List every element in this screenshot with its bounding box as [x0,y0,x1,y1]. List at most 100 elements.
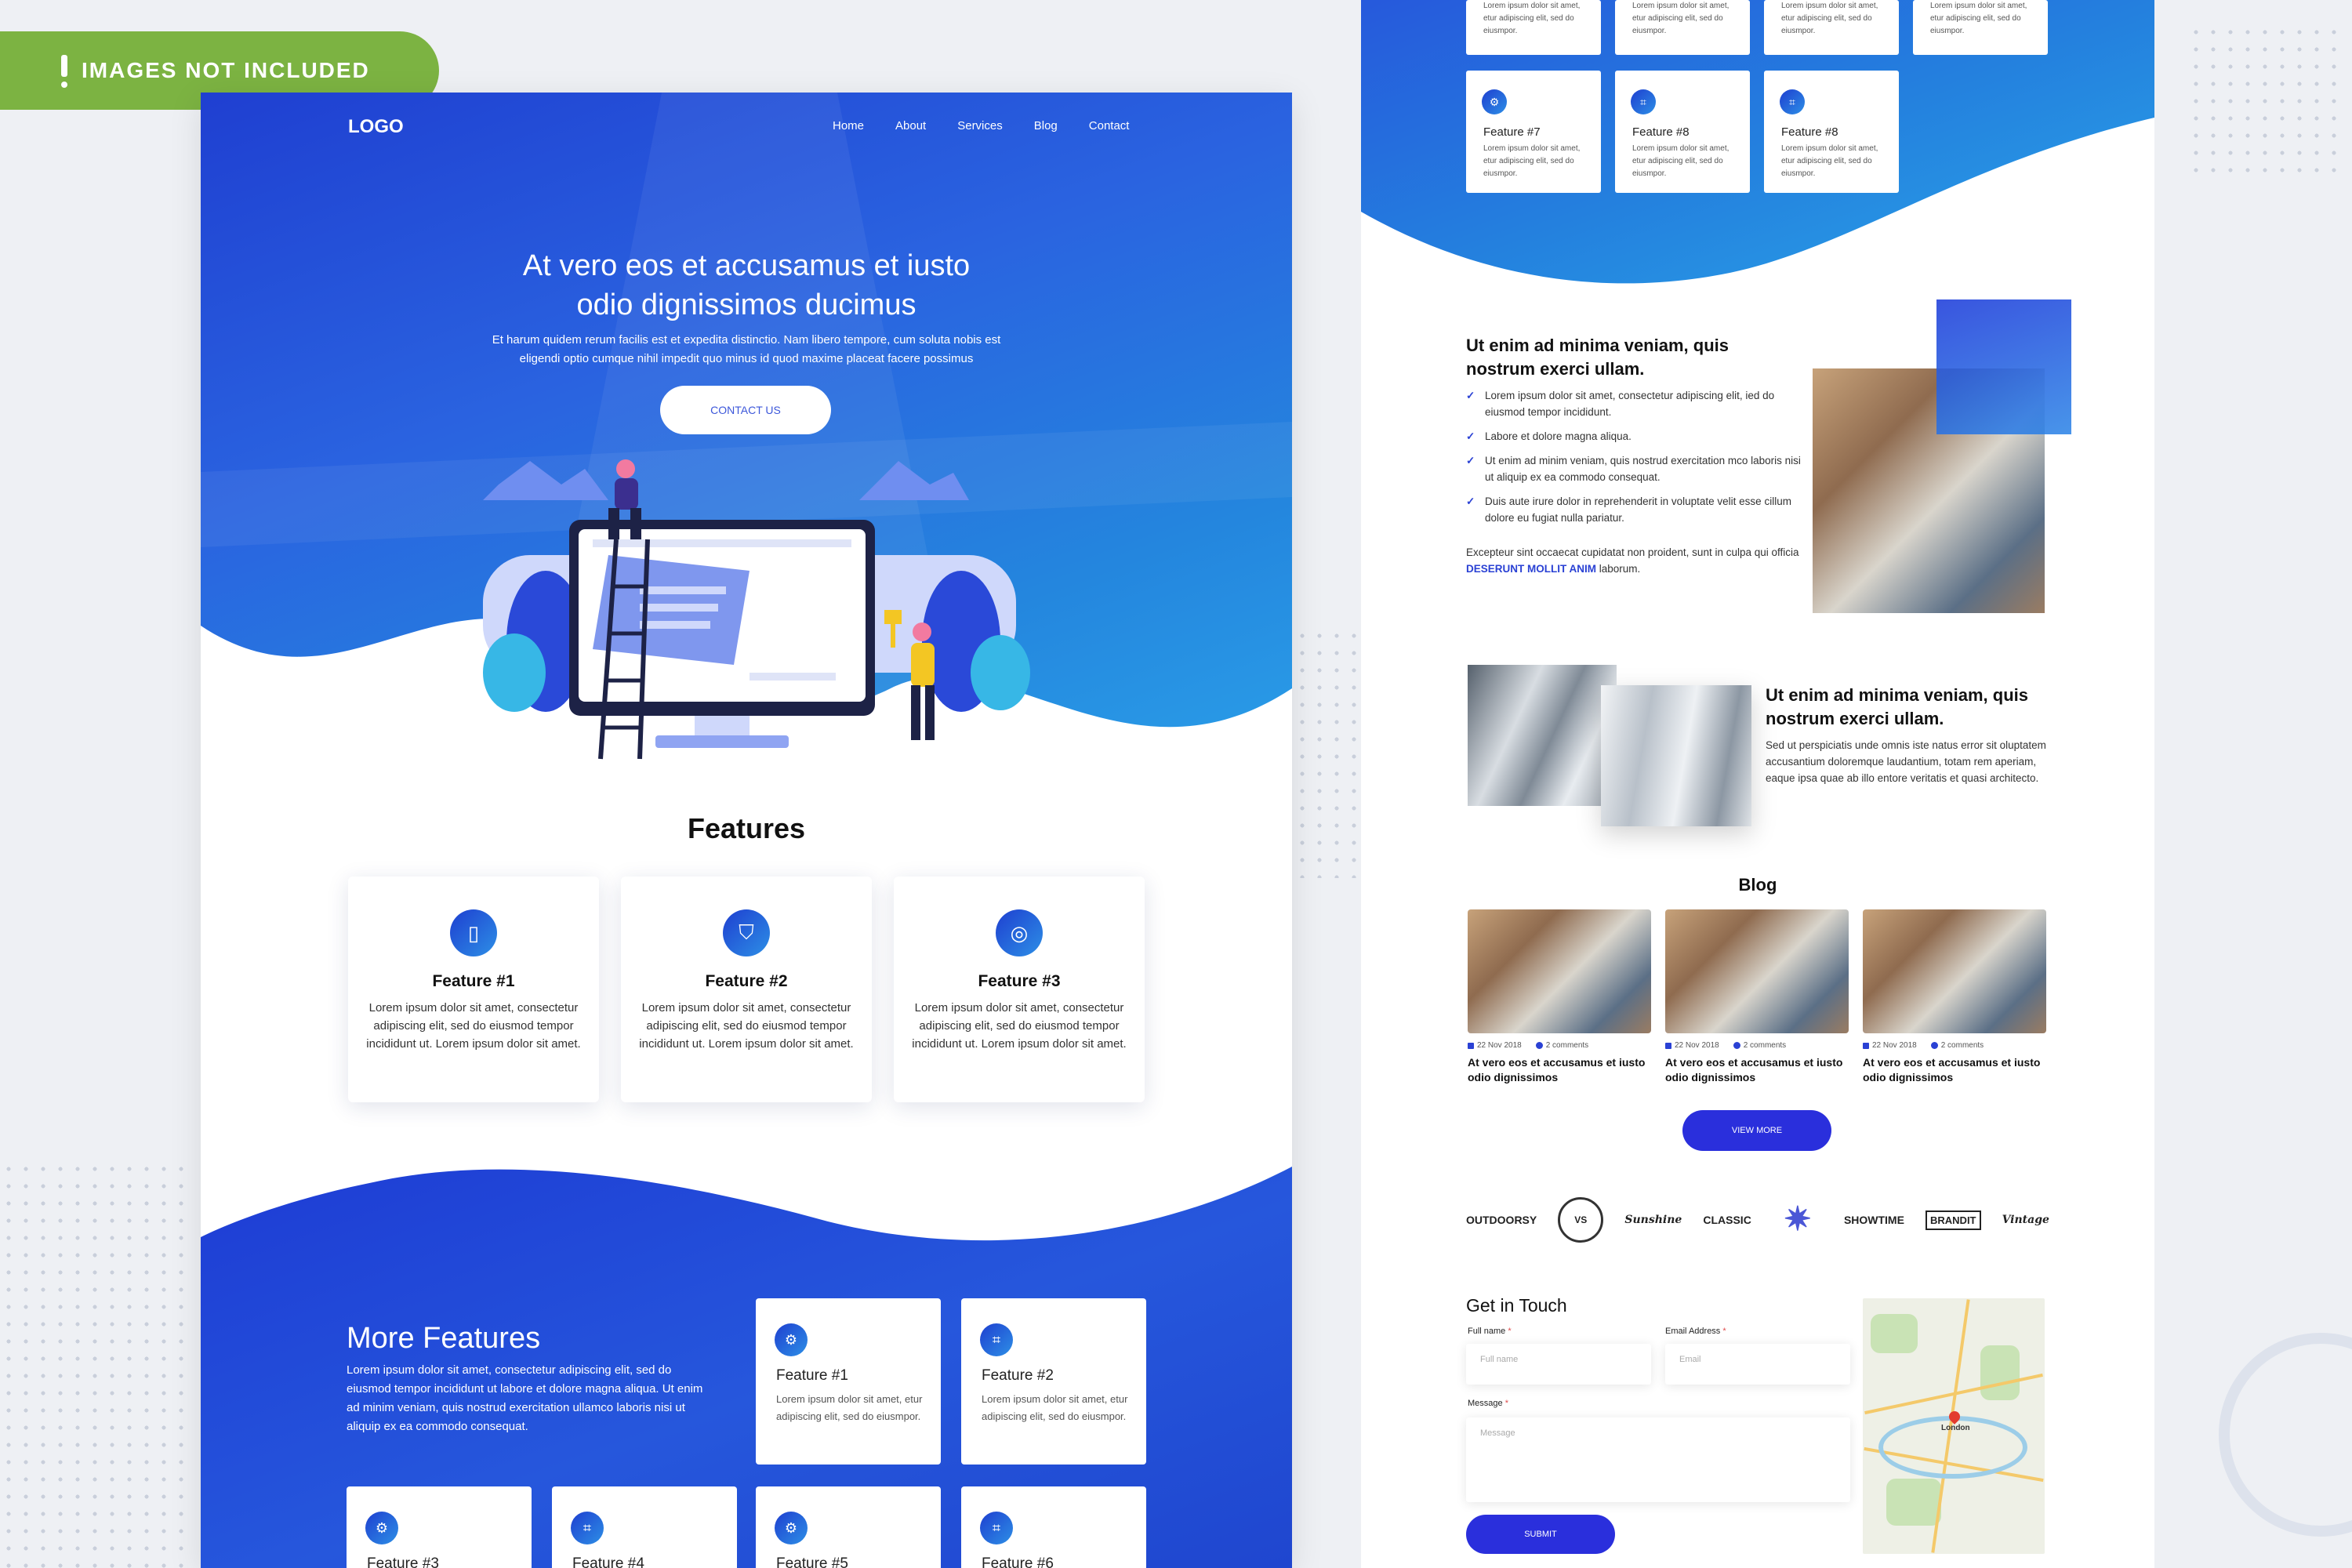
view-more-button[interactable]: VIEW MORE [1682,1110,1831,1151]
crop-icon: ⌗ [571,1512,604,1544]
blog-post-date: 22 Nov 2018 [1675,1041,1719,1050]
feature-card-title: Feature #8 [1632,125,1690,139]
nav-services[interactable]: Services [957,119,1003,132]
blog-post-meta: 22 Nov 2018 2 comments [1468,1041,1588,1050]
more-feature-card[interactable]: ⌗ Feature #2 Lorem ipsum dolor sit amet,… [961,1298,1146,1465]
feature-card-text: Lorem ipsum dolor sit amet, consectetur … [639,1001,854,1051]
dot-pattern-top-right [2187,24,2344,180]
brand-logo-vintage: Vintage [2002,1214,2049,1226]
location-map[interactable]: London [1863,1298,2045,1554]
map-park [1980,1345,2020,1400]
more-features-wave [201,1135,1292,1241]
brand-logo-outdoorsy: OUTDOORSY [1466,1214,1537,1226]
feature-card-text: Lorem ipsum dolor sit amet, etur adipisc… [1632,2,1730,35]
blog-post-meta: 22 Nov 2018 2 comments [1863,1041,1984,1050]
crop-icon: ⌗ [980,1323,1013,1356]
email-field[interactable]: Email [1665,1344,1850,1385]
dot-pattern-middle [1294,627,1356,878]
hero-subtitle: Et harum quidem rerum facilis est et exp… [436,331,1057,368]
blog-title: Blog [1738,875,1777,895]
hero-title-line: At vero eos et accusamus et iusto [522,249,971,282]
checklist-item: ✓ Labore et dolore magna aliqua. [1466,428,1811,445]
blog-post-title[interactable]: At vero eos et accusamus et iusto odio d… [1665,1055,1849,1085]
more-feature-title: Feature #3 [367,1555,439,1568]
landing-page-bottom: Lorem ipsum dolor sit amet, etur adipisc… [1361,0,2154,1568]
message-field[interactable]: Message [1466,1417,1850,1502]
map-park [1871,1314,1918,1353]
blog-post-title[interactable]: At vero eos et accusamus et iusto odio d… [1863,1055,2046,1085]
feature-card-text: Lorem ipsum dolor sit amet, etur adipisc… [1930,2,2027,35]
section-title: Ut enim ad minima veniam, quis nostrum e… [1466,334,1729,381]
main-nav: Home About Services Blog Contact [833,119,1160,132]
label-text: Email Address [1665,1327,1721,1336]
paragraph-text: Excepteur sint occaecat cupidatat non pr… [1466,546,1799,558]
feature-card-title: Feature #7 [1483,125,1541,139]
more-feature-card[interactable]: ⚙ Feature #3 [347,1486,532,1568]
deserunt-link[interactable]: DESERUNT MOLLIT ANIM [1466,563,1596,575]
blog-post-comments[interactable]: 2 comments [1941,1041,1984,1050]
blog-post-title[interactable]: At vero eos et accusamus et iusto odio d… [1468,1055,1651,1085]
check-icon: ✓ [1466,390,1475,401]
feature-card-partial[interactable]: Lorem ipsum dolor sit amet, etur adipisc… [1913,0,2048,55]
submit-button[interactable]: SUBMIT [1466,1515,1615,1554]
feature-card-title: Feature #8 [1781,125,1838,139]
message-label: Message * [1468,1399,1508,1408]
more-feature-card[interactable]: ⌗ Feature #6 [961,1486,1146,1568]
brand-logo-brandit: BRANDIT [1926,1210,1981,1230]
comment-icon [1535,1042,1543,1049]
checklist-text: Lorem ipsum dolor sit amet, consectetur … [1485,390,1775,418]
section-title: Ut enim ad minima veniam, quis nostrum e… [1766,684,2028,731]
feature-card[interactable]: ⌗ Feature #8 Lorem ipsum dolor sit amet,… [1764,71,1899,193]
feature-card[interactable]: ▯ Feature #1 Lorem ipsum dolor sit amet,… [348,877,599,1102]
more-feature-card[interactable]: ⌗ Feature #4 [552,1486,737,1568]
exclamation-icon [61,55,67,88]
blog-post-comments[interactable]: 2 comments [1744,1041,1786,1050]
shield-icon: ⛉ [723,909,770,956]
hero-subtitle-line: eligendi optio cumque nihil impedit quo … [519,352,974,365]
more-feature-card[interactable]: ⚙ Feature #1 Lorem ipsum dolor sit amet,… [756,1298,941,1465]
full-name-field[interactable]: Full name [1466,1344,1651,1385]
blog-post-image[interactable] [1468,909,1651,1033]
nav-home[interactable]: Home [833,119,864,132]
check-icon: ✓ [1466,430,1475,442]
section-title-line: Ut enim ad minima veniam, quis [1466,336,1729,355]
feature-card[interactable]: ⚙ Feature #7 Lorem ipsum dolor sit amet,… [1466,71,1601,193]
feature-card[interactable]: ⛉ Feature #2 Lorem ipsum dolor sit amet,… [621,877,872,1102]
nav-blog[interactable]: Blog [1034,119,1058,132]
checklist-text: Labore et dolore magna aliqua. [1485,430,1632,442]
brand-logo-star: ✷ [1784,1200,1812,1237]
feature-card[interactable]: ◎ Feature #3 Lorem ipsum dolor sit amet,… [894,877,1145,1102]
blog-post-image[interactable] [1863,909,2046,1033]
label-text: Message [1468,1399,1503,1408]
building-photo [1601,685,1751,826]
settings-icon: ⚙ [1482,89,1507,114]
squiggle-decoration [2219,1333,2352,1537]
section-title-line: nostrum exerci ullam. [1766,709,1944,728]
full-name-label: Full name * [1468,1327,1512,1336]
feature-card-partial[interactable]: Lorem ipsum dolor sit amet, etur adipisc… [1615,0,1750,55]
checklist: ✓ Lorem ipsum dolor sit amet, consectetur… [1466,387,1811,534]
feature-card-partial[interactable]: Lorem ipsum dolor sit amet, etur adipisc… [1466,0,1601,55]
check-icon: ✓ [1466,495,1475,507]
more-feature-card[interactable]: ⚙ Feature #5 [756,1486,941,1568]
blog-post-comments[interactable]: 2 comments [1546,1041,1588,1050]
feature-card-text: Lorem ipsum dolor sit amet, consectetur … [912,1001,1127,1051]
feature-card-title: Feature #1 [432,972,515,990]
hero-subtitle-line: Et harum quidem rerum facilis est et exp… [492,333,1001,347]
section-paragraph: Sed ut perspiciatis unde omnis iste natu… [1766,739,2046,784]
feature-card-partial[interactable]: Lorem ipsum dolor sit amet, etur adipisc… [1764,0,1899,55]
checklist-text: Ut enim ad minim veniam, quis nostrud ex… [1485,455,1801,483]
section-paragraph: Excepteur sint occaecat cupidatat non pr… [1466,544,1811,577]
comment-icon [1733,1042,1740,1049]
nav-about[interactable]: About [895,119,926,132]
feature-card[interactable]: ⌗ Feature #8 Lorem ipsum dolor sit amet,… [1615,71,1750,193]
comment-icon [1930,1042,1938,1049]
more-feature-title: Feature #4 [572,1555,644,1568]
feature-card-text: Lorem ipsum dolor sit amet, consectetur … [366,1001,581,1051]
feature-card-text: Lorem ipsum dolor sit amet, etur adipisc… [1781,144,1878,178]
site-logo[interactable]: LOGO [348,116,404,138]
contact-us-button[interactable]: CONTACT US [660,386,831,434]
blog-post-meta: 22 Nov 2018 2 comments [1665,1041,1786,1050]
blog-post-image[interactable] [1665,909,1849,1033]
nav-contact[interactable]: Contact [1089,119,1130,132]
